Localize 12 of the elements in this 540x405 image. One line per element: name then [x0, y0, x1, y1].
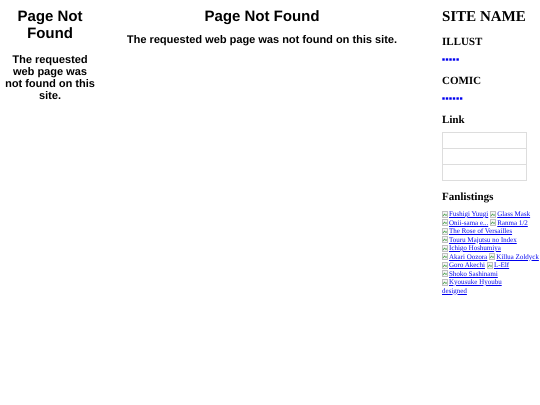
section-heading: Fanlistings — [442, 191, 494, 204]
error-message: The requested web page was not found on this site. — [126, 34, 398, 47]
section-heading: COMIC — [442, 75, 482, 88]
site-name: SITE NAME — [442, 8, 527, 26]
link-banner[interactable] — [442, 164, 527, 181]
error-message: The requested web page was not found on this site. — [4, 54, 96, 102]
section-heading: Link — [442, 114, 466, 127]
link-banner[interactable] — [442, 148, 527, 165]
page-title: Page Not Found — [16, 8, 84, 42]
page-title: Page Not Found — [204, 8, 320, 25]
section-heading: ILLUST — [442, 36, 484, 49]
link-banner[interactable] — [442, 132, 527, 149]
